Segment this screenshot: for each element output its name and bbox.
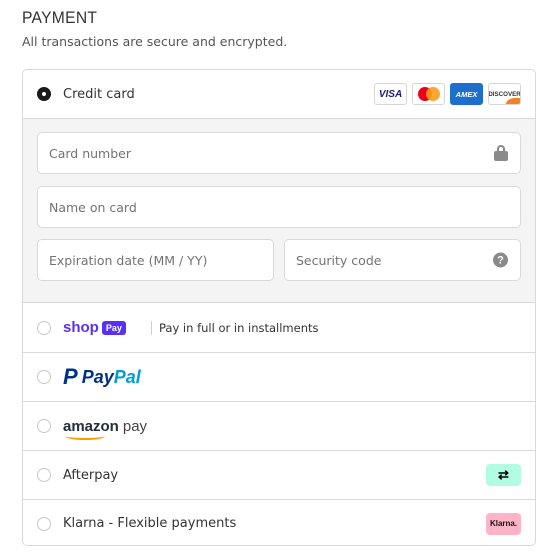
shop-pay-description: Pay in full or in installments <box>159 320 319 335</box>
section-subtitle: All transactions are secure and encrypte… <box>22 34 288 49</box>
amazon-pay-radio[interactable] <box>37 419 51 433</box>
expiration-date-field[interactable]: Expiration date (MM / YY) <box>37 239 274 281</box>
security-code-field[interactable]: Security code ? <box>284 239 521 281</box>
card-number-placeholder: Card number <box>49 145 132 161</box>
payment-page: PAYMENT All transactions are secure and … <box>0 0 560 560</box>
credit-card-label: Credit card <box>63 86 135 102</box>
card-details-panel: Card number Name on card Expiration date… <box>23 118 535 302</box>
card-logos: VISA AMEX DISCOVER <box>374 83 521 105</box>
lock-icon <box>494 145 508 161</box>
mastercard-logo <box>412 83 445 105</box>
payment-option-shop-pay[interactable]: shop Pay Pay in full or in installments <box>23 302 535 352</box>
card-number-field[interactable]: Card number <box>37 132 521 174</box>
discover-logo: DISCOVER <box>488 83 521 105</box>
amex-logo: AMEX <box>450 83 483 105</box>
shop-pay-divider <box>151 320 152 335</box>
afterpay-label: Afterpay <box>63 467 119 483</box>
klarna-logo-icon: Klarna. <box>486 512 521 535</box>
klarna-label: Klarna - Flexible payments <box>63 516 237 531</box>
shop-pay-logo: shop Pay <box>63 319 126 336</box>
name-on-card-field[interactable]: Name on card <box>37 186 521 228</box>
paypal-logo: P Pay Pal <box>63 364 141 389</box>
security-code-placeholder: Security code <box>296 252 382 268</box>
credit-card-radio[interactable] <box>37 87 51 101</box>
payment-option-afterpay[interactable]: Afterpay ⇄ <box>23 450 535 499</box>
expiration-placeholder: Expiration date (MM / YY) <box>49 252 208 268</box>
afterpay-logo-icon: ⇄ <box>486 464 521 486</box>
section-title: PAYMENT <box>22 8 98 27</box>
help-icon[interactable]: ? <box>493 252 508 268</box>
shop-pay-radio[interactable] <box>37 320 51 335</box>
klarna-radio[interactable] <box>37 516 51 531</box>
payment-methods: Credit card VISA AMEX DISCOVER Card numb… <box>22 69 536 546</box>
payment-option-amazon-pay[interactable]: amazon pay <box>23 401 535 450</box>
payment-option-paypal[interactable]: P Pay Pal <box>23 352 535 401</box>
payment-option-klarna[interactable]: Klarna - Flexible payments Klarna. <box>23 499 535 545</box>
amazon-pay-logo: amazon pay <box>63 418 147 440</box>
visa-logo: VISA <box>374 83 407 105</box>
paypal-radio[interactable] <box>37 370 51 384</box>
name-on-card-placeholder: Name on card <box>49 199 137 215</box>
payment-option-credit-card[interactable]: Credit card VISA AMEX DISCOVER <box>23 70 535 118</box>
afterpay-radio[interactable] <box>37 468 51 482</box>
